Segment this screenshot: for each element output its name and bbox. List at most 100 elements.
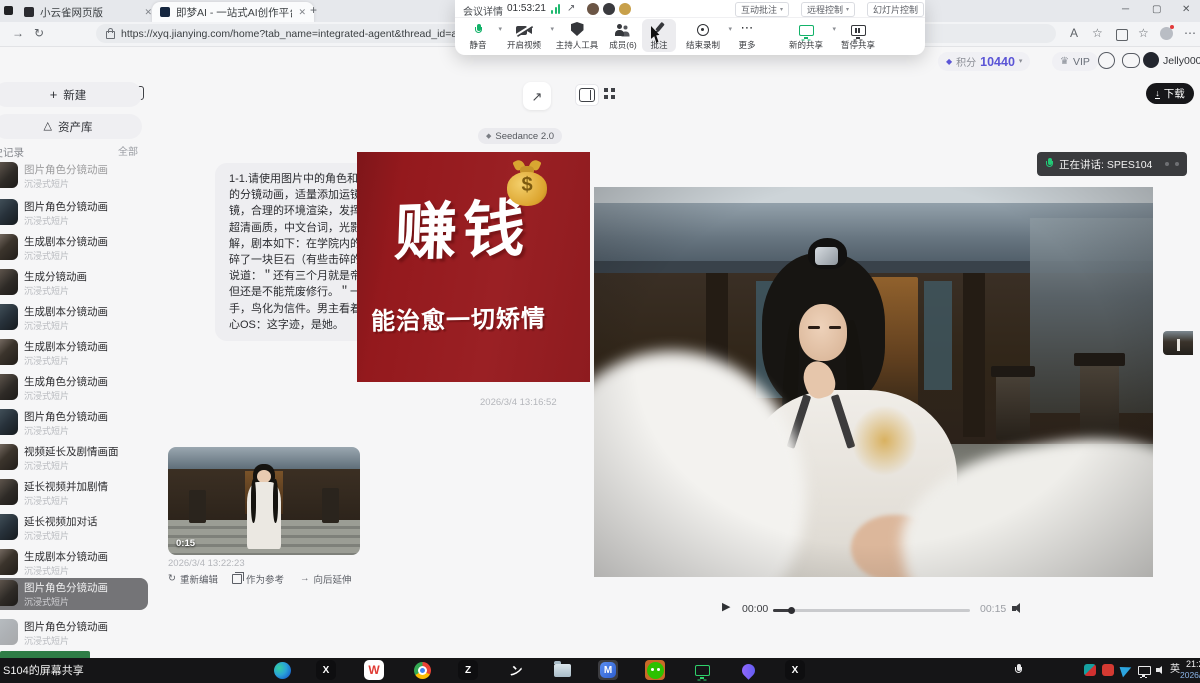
- seek-bar[interactable]: [773, 609, 970, 612]
- list-item[interactable]: 生成剧本分镜动画 沉浸式短片: [0, 232, 150, 264]
- pause-share-button[interactable]: 暂停共享: [837, 21, 879, 51]
- file-explorer-icon[interactable]: [552, 660, 572, 680]
- edge-browser-icon[interactable]: [272, 660, 292, 680]
- asset-library-button[interactable]: △ 资产库: [0, 114, 142, 139]
- share-conversation-button[interactable]: ↗: [523, 82, 551, 110]
- browser-tab-2-active[interactable]: 即梦AI - 一站式AI创作平台 ✕: [152, 2, 314, 22]
- nav-forward-icon[interactable]: →: [12, 27, 24, 39]
- list-item[interactable]: 视频延长及剧情画面 沉浸式短片: [0, 442, 150, 474]
- lock-icon: [106, 31, 115, 39]
- grid-view-toggle[interactable]: [604, 88, 608, 92]
- wechat-icon-active[interactable]: [645, 660, 665, 680]
- list-item[interactable]: 图片角色分镜动画 沉浸式短片: [0, 197, 150, 229]
- annotate-button[interactable]: 批注: [645, 21, 673, 51]
- list-item[interactable]: 生成剧本分镜动画 沉浸式短片: [0, 337, 150, 369]
- meeting-details-link[interactable]: 会议详情: [463, 3, 503, 18]
- as-reference-action[interactable]: 作为参考: [232, 572, 284, 586]
- screenshare-app-icon[interactable]: [692, 660, 712, 680]
- assets-icon: △: [44, 121, 52, 132]
- browser-tab-1[interactable]: 小云雀网页版 ✕: [16, 2, 160, 22]
- translate-icon[interactable]: A: [1070, 27, 1078, 39]
- tray-icon-teal[interactable]: [1080, 660, 1100, 680]
- participant-avatar[interactable]: [619, 3, 631, 15]
- chrome-browser-icon[interactable]: [412, 660, 432, 680]
- tab-favicon: [160, 7, 170, 17]
- more-button[interactable]: ⋯ 更多: [733, 21, 761, 51]
- tab-close-icon[interactable]: ✕: [144, 7, 152, 18]
- app-swoosh-icon[interactable]: ン: [505, 660, 525, 680]
- user-avatar[interactable]: [1143, 52, 1159, 68]
- list-item-selected[interactable]: 图片角色分镜动画 沉浸式短片: [0, 578, 148, 610]
- map-pin-app-icon[interactable]: [738, 660, 758, 680]
- attached-banner-image[interactable]: 赚钱 $ 能治愈一切矫情: [357, 152, 590, 382]
- slides-control-button[interactable]: 幻灯片控制: [867, 2, 924, 17]
- tray-volume-icon[interactable]: [1151, 660, 1171, 680]
- collections-star-icon[interactable]: ☆: [1138, 27, 1149, 39]
- browser-menu-icon[interactable]: ⋯: [1184, 27, 1196, 39]
- start-video-button[interactable]: 开启视频 ▾: [503, 21, 545, 51]
- participant-avatar[interactable]: [587, 3, 599, 15]
- history-all-link[interactable]: 全部: [118, 148, 138, 158]
- clock-time[interactable]: 21:23: [1186, 660, 1200, 669]
- floating-video-thumb[interactable]: [1163, 331, 1193, 355]
- reload-icon[interactable]: ↻: [34, 27, 44, 39]
- ime-indicator[interactable]: 英: [1170, 665, 1180, 675]
- conversation-subtitle: 沉浸式短片: [24, 284, 69, 297]
- list-item[interactable]: 图片角色分镜动画 沉浸式短片: [0, 407, 150, 439]
- conversation-title: 生成分镜动画: [24, 269, 87, 284]
- new-conversation-button[interactable]: + 新建: [0, 82, 142, 107]
- re-edit-action[interactable]: ↻ 重新编辑: [168, 572, 218, 586]
- list-item[interactable]: 生成剧本分镜动画 沉浸式短片: [0, 547, 150, 579]
- docs-app-icon-active[interactable]: M: [598, 660, 618, 680]
- interactive-annotation-button[interactable]: 互动批注 ▾: [735, 2, 789, 17]
- history-icon[interactable]: [1098, 52, 1115, 69]
- extensions-icon[interactable]: [1116, 29, 1128, 41]
- list-item[interactable]: 生成角色分镜动画 沉浸式短片: [0, 372, 150, 404]
- pause-share-icon: [851, 25, 866, 36]
- list-item[interactable]: 延长视频并加剧情 沉浸式短片: [0, 477, 150, 509]
- credits-value: 10440: [980, 55, 1015, 69]
- conversation-title: 生成剧本分镜动画: [24, 234, 108, 249]
- extend-action[interactable]: → 向后延伸: [300, 572, 352, 586]
- list-item[interactable]: 生成分镜动画 沉浸式短片: [0, 267, 150, 299]
- window-maximize-button[interactable]: ▢: [1152, 5, 1161, 15]
- clock-date[interactable]: 2026/3/5: [1180, 671, 1200, 680]
- speaking-indicator: 正在讲话: SPES104: [1037, 152, 1187, 176]
- favorite-star-icon[interactable]: ☆: [1092, 27, 1103, 39]
- vip-badge[interactable]: ♛ VIP: [1052, 52, 1098, 71]
- list-item[interactable]: 图片角色分镜动画 沉浸式短片: [0, 160, 150, 192]
- app-icon[interactable]: X: [785, 660, 805, 680]
- new-share-button[interactable]: 新的共享 ▾: [785, 21, 827, 51]
- window-close-button[interactable]: ✕: [1182, 5, 1190, 15]
- play-button[interactable]: ▶: [722, 602, 730, 613]
- feedback-chat-icon[interactable]: [1122, 53, 1140, 68]
- remote-control-button[interactable]: 远程控制 ▾: [801, 2, 855, 17]
- volume-icon[interactable]: [1012, 602, 1025, 614]
- generated-video-thumbnail[interactable]: 0:15: [168, 447, 360, 555]
- list-item[interactable]: 延长视频加对话 沉浸式短片: [0, 512, 150, 544]
- current-time: 00:00: [742, 604, 768, 615]
- window-minimize-button[interactable]: ─: [1122, 5, 1129, 15]
- host-tools-button[interactable]: 主持人工具: [553, 21, 601, 51]
- tray-telegram-icon[interactable]: [1116, 660, 1136, 680]
- screen-share-window-label[interactable]: S104的屏幕共享: [3, 666, 84, 677]
- wps-app-icon[interactable]: W: [364, 660, 384, 680]
- participant-avatar[interactable]: [603, 3, 615, 15]
- video-player[interactable]: [594, 187, 1153, 577]
- credits-pill[interactable]: ◆ 积分 10440 ▾: [938, 52, 1030, 71]
- app-icon[interactable]: Z: [458, 660, 478, 680]
- new-tab-button[interactable]: +: [310, 4, 317, 16]
- list-item[interactable]: 生成剧本分镜动画 沉浸式短片: [0, 302, 150, 334]
- download-button[interactable]: ↓ 下载: [1146, 83, 1194, 104]
- tab-close-icon[interactable]: ✕: [298, 7, 306, 18]
- seek-handle[interactable]: [788, 607, 795, 614]
- tray-icon-red[interactable]: [1098, 660, 1118, 680]
- members-button[interactable]: 成员(6): [605, 21, 641, 51]
- end-recording-button[interactable]: 结束录制 ▾: [683, 21, 723, 51]
- list-item[interactable]: 图片角色分镜动画 沉浸式短片: [0, 617, 150, 649]
- capcut-app-icon[interactable]: X: [316, 660, 336, 680]
- share-meeting-icon[interactable]: ↗: [567, 3, 575, 14]
- taskbar-mic-icon[interactable]: [1008, 660, 1028, 680]
- mute-button[interactable]: 静音 ▾: [463, 21, 493, 51]
- storyboard-view-toggle[interactable]: [575, 84, 599, 106]
